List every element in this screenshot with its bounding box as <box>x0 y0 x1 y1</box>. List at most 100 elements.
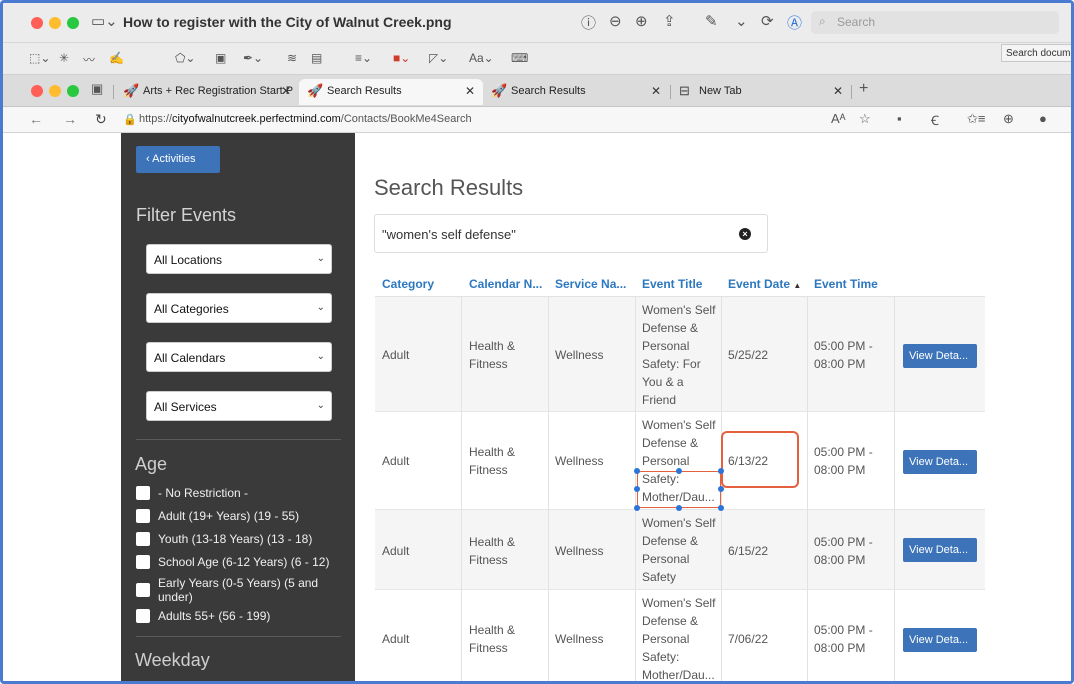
cell-calendar: Health & Fitness <box>469 445 516 477</box>
column-header-category[interactable]: Category <box>382 277 434 291</box>
adjust-color-icon[interactable]: ≋ <box>287 51 297 65</box>
resize-handle[interactable] <box>718 505 724 511</box>
cell-event-time: 05:00 PM - 08:00 PM <box>814 535 873 567</box>
signature-icon[interactable]: ✒⌄ <box>243 51 263 65</box>
zoom-out-icon[interactable]: ⊖ <box>609 12 622 30</box>
resize-handle[interactable] <box>676 505 682 511</box>
search-input[interactable]: "women's self defense" × <box>374 214 768 253</box>
tab-actions-icon[interactable]: ▣ <box>91 81 103 97</box>
resize-handle[interactable] <box>634 486 640 492</box>
markup-toggle-icon[interactable]: Ⓐ <box>787 12 802 33</box>
search-icon: ⌕ <box>819 14 826 28</box>
services-select[interactable]: All Services ⌄ <box>146 391 332 421</box>
view-details-button[interactable]: View Deta... <box>903 450 977 474</box>
categories-select[interactable]: All Categories ⌄ <box>146 293 332 323</box>
chevron-down-icon: ⌄ <box>316 400 325 411</box>
rocket-icon: 🚀 <box>307 83 324 98</box>
annotation-selected-rectangle[interactable] <box>637 471 721 508</box>
activities-button[interactable]: ‹ Activities <box>136 146 220 173</box>
view-details-button[interactable]: View Deta... <box>903 344 977 368</box>
collections-icon[interactable]: ⊕ <box>1003 111 1014 127</box>
resize-handle[interactable] <box>634 468 640 474</box>
view-details-button[interactable]: View Deta... <box>903 538 977 562</box>
close-icon[interactable]: ✕ <box>281 84 291 98</box>
checkbox[interactable] <box>136 583 150 597</box>
minimize-window-button[interactable] <box>49 17 61 29</box>
preview-search-field[interactable]: ⌕ Search <box>811 11 1059 34</box>
shapes-icon[interactable]: ⬠⌄ <box>175 51 195 65</box>
fill-color-icon[interactable]: ◸⌄ <box>429 51 448 65</box>
text-style-icon[interactable]: Aa⌄ <box>469 51 494 65</box>
column-header-event-title[interactable]: Event Title <box>642 277 702 291</box>
annotate-icon[interactable]: ⌨ <box>511 51 528 65</box>
share-icon[interactable]: ⇪ <box>663 12 676 30</box>
rocket-icon: 🚀 <box>491 83 508 98</box>
calendars-select[interactable]: All Calendars ⌄ <box>146 342 332 372</box>
adjust-size-icon[interactable]: ▤ <box>311 51 322 65</box>
tab-search-results-active[interactable]: 🚀 Search Results ✕ <box>299 79 483 105</box>
close-icon[interactable]: ✕ <box>465 84 475 98</box>
zoom-in-icon[interactable]: ⊕ <box>635 12 648 30</box>
instant-alpha-icon[interactable]: ✳ <box>59 51 69 65</box>
favorite-star-icon[interactable]: ☆ <box>859 111 871 127</box>
filter-events-title: Filter Events <box>136 205 237 225</box>
extension-icon[interactable]: ▪ <box>897 111 902 126</box>
document-title: How to register with the City of Walnut … <box>123 14 452 30</box>
browser-zoom-button[interactable] <box>67 85 79 97</box>
sketch-icon[interactable]: 〰 <box>83 51 95 68</box>
chevron-down-icon[interactable]: ⌄ <box>735 12 748 30</box>
text-box-icon[interactable]: ▣ <box>215 51 226 65</box>
checkbox[interactable] <box>136 532 150 546</box>
favorites-list-icon[interactable]: ✩≡ <box>967 111 985 127</box>
column-header-event-date[interactable]: Event Date ▲ <box>728 277 801 291</box>
shape-style-icon[interactable]: ≡⌄ <box>355 51 372 65</box>
url-field[interactable]: https://cityofwalnutcreek.perfectmind.co… <box>139 113 472 125</box>
close-icon[interactable]: ✕ <box>651 84 661 98</box>
read-aloud-icon[interactable]: Aᴬ <box>831 111 846 126</box>
draw-icon[interactable]: ✍ <box>109 51 124 65</box>
table-row: Adult Health & Fitness Wellness Women's … <box>375 590 985 681</box>
resize-handle[interactable] <box>634 505 640 511</box>
locations-select[interactable]: All Locations ⌄ <box>146 244 332 274</box>
resize-handle[interactable] <box>718 468 724 474</box>
clear-search-icon[interactable]: × <box>739 228 751 240</box>
close-icon[interactable]: ✕ <box>833 84 843 98</box>
column-header-service[interactable]: Service Na... <box>555 277 626 291</box>
zoom-window-button[interactable] <box>67 17 79 29</box>
checkbox[interactable] <box>136 509 150 523</box>
refresh-extension-icon[interactable]: Ꞓ <box>931 111 939 129</box>
selection-tool-icon[interactable]: ⬚⌄ <box>29 51 50 65</box>
browser-close-button[interactable] <box>31 85 43 97</box>
rotate-icon[interactable]: ⟳ <box>761 12 774 30</box>
column-header-calendar[interactable]: Calendar N... <box>469 277 542 291</box>
sidebar-toggle-icon[interactable]: ▭⌄ <box>91 12 118 30</box>
browser-minimize-button[interactable] <box>49 85 61 97</box>
view-details-button[interactable]: View Deta... <box>903 628 977 652</box>
info-icon[interactable]: ⓘ <box>581 12 596 33</box>
back-arrow-icon[interactable]: ← <box>29 111 43 127</box>
markup-pen-icon[interactable]: ✎ <box>705 12 718 30</box>
profile-avatar-icon[interactable]: ● <box>1039 111 1047 126</box>
checkbox[interactable] <box>136 555 150 569</box>
border-color-icon[interactable]: ■⌄ <box>393 51 410 65</box>
cell-category: Adult <box>382 348 410 362</box>
forward-arrow-icon[interactable]: → <box>63 111 77 127</box>
tab-new-tab[interactable]: ⊟ New Tab ✕ <box>671 79 851 105</box>
new-tab-icon: ⊟ <box>679 83 690 98</box>
cell-calendar: Health & Fitness <box>469 339 516 371</box>
annotation-rectangle[interactable] <box>721 431 799 488</box>
checkbox-label: Adults 55+ (56 - 199) <box>158 609 271 623</box>
column-header-event-time[interactable]: Event Time <box>814 277 878 291</box>
reload-icon[interactable]: ↻ <box>95 111 107 128</box>
tab-label: Search Results <box>511 85 586 97</box>
checkbox[interactable] <box>136 486 150 500</box>
resize-handle[interactable] <box>676 468 682 474</box>
new-tab-plus-icon[interactable]: + <box>859 80 868 98</box>
resize-handle[interactable] <box>718 486 724 492</box>
cell-category: Adult <box>382 632 410 646</box>
tab-arts-rec[interactable]: 🚀 Arts + Rec Registration Start P ✕ <box>115 79 299 105</box>
age-title: Age <box>135 454 168 474</box>
checkbox[interactable] <box>136 609 150 623</box>
close-window-button[interactable] <box>31 17 43 29</box>
tab-search-results[interactable]: 🚀 Search Results ✕ <box>483 79 669 105</box>
